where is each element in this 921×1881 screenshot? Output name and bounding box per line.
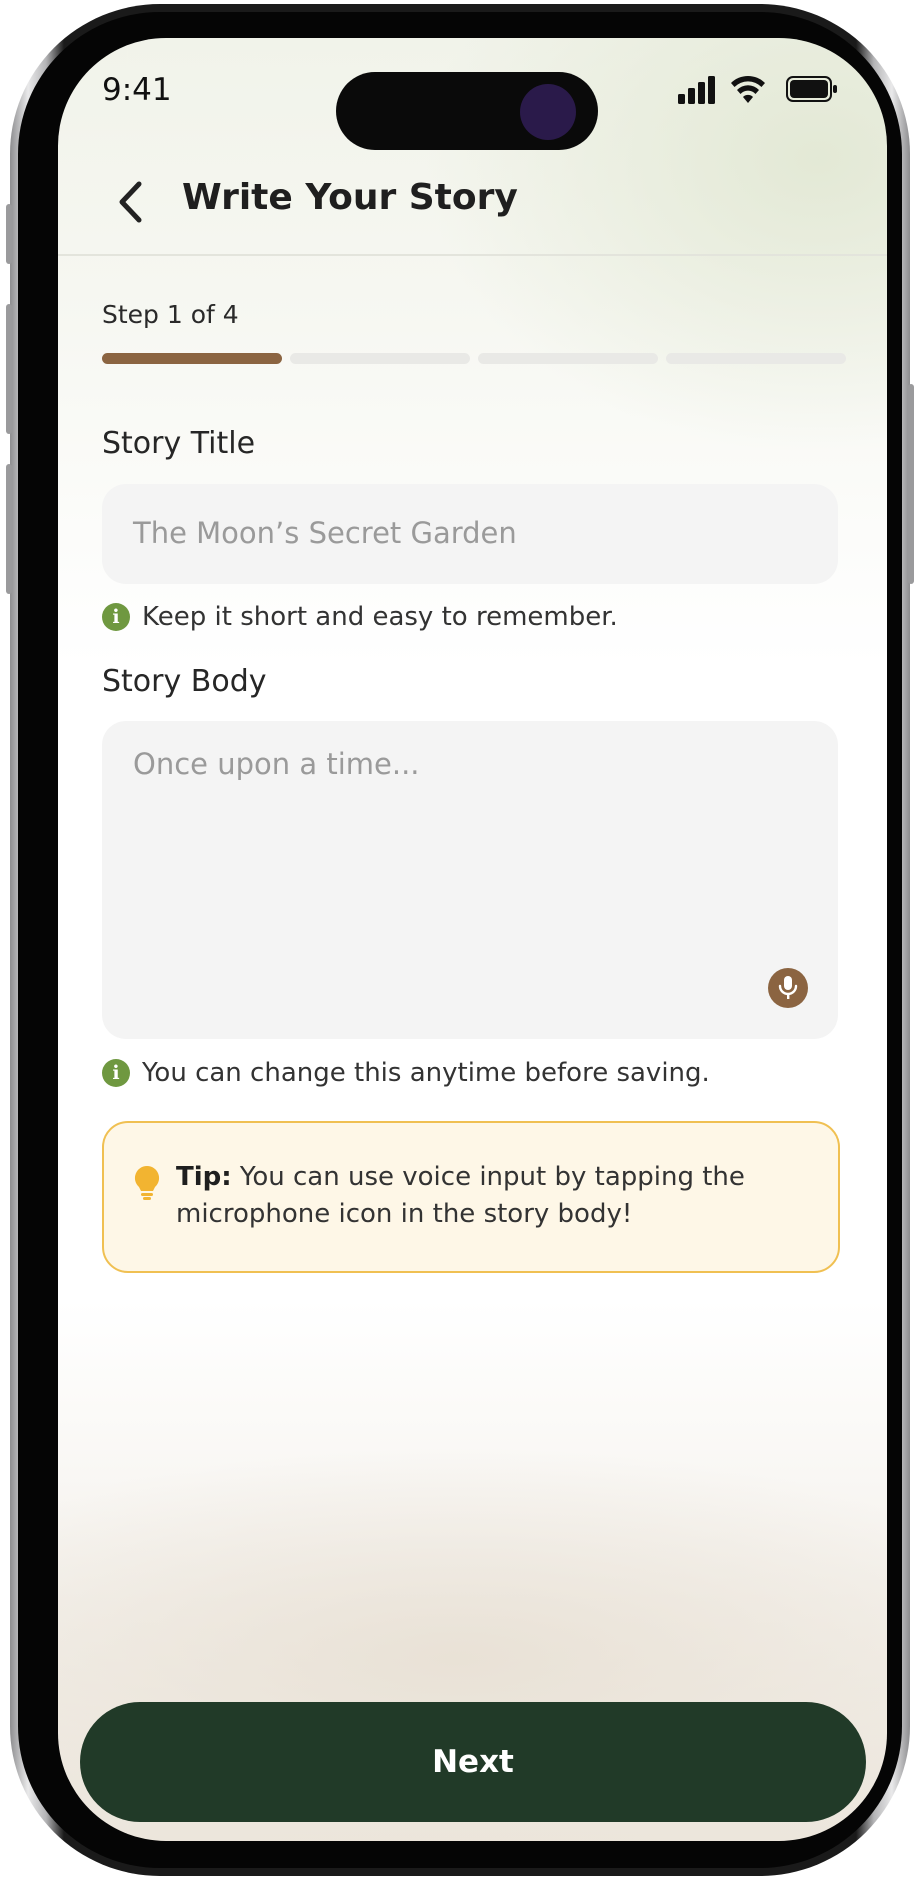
progress-segment-4 [666, 353, 846, 364]
volume-down-button [6, 464, 12, 594]
story-body-label: Story Body [102, 664, 267, 699]
cellular-signal-icon [678, 76, 715, 104]
tip-text: Tip: You can use voice input by tapping … [176, 1159, 796, 1233]
volume-up-button [6, 304, 12, 434]
story-title-placeholder: The Moon’s Secret Garden [133, 516, 517, 550]
story-title-hint: i Keep it short and easy to remember. [102, 602, 618, 632]
microphone-icon [778, 976, 798, 999]
microphone-button[interactable] [768, 968, 808, 1008]
info-icon: i [102, 603, 130, 631]
power-button [908, 384, 914, 584]
step-indicator: Step 1 of 4 [102, 300, 239, 329]
progress-segment-3 [478, 353, 658, 364]
story-title-label: Story Title [102, 426, 256, 461]
progress-segment-1 [102, 353, 282, 364]
wifi-icon [731, 75, 765, 103]
story-body-hint: i You can change this anytime before sav… [102, 1058, 710, 1088]
info-icon: i [102, 1059, 130, 1087]
story-title-hint-text: Keep it short and easy to remember. [142, 602, 618, 632]
story-body-textarea[interactable]: Once upon a time... [102, 721, 838, 1039]
phone-frame: 9:41 Write Your Story Step 1 of 4 Story … [6, 4, 914, 1876]
back-chevron-icon[interactable] [116, 180, 146, 224]
tip-message: You can use voice input by tapping the m… [176, 1162, 745, 1229]
front-camera [520, 84, 576, 140]
header-divider [58, 254, 887, 256]
next-button[interactable]: Next [80, 1702, 866, 1822]
progress-segment-2 [290, 353, 470, 364]
status-time: 9:41 [102, 72, 172, 108]
story-body-placeholder: Once upon a time... [133, 747, 420, 781]
battery-icon [786, 76, 837, 102]
action-button [6, 204, 12, 264]
lightbulb-icon [134, 1165, 160, 1200]
story-title-input[interactable]: The Moon’s Secret Garden [102, 484, 838, 584]
tip-box: Tip: You can use voice input by tapping … [102, 1121, 840, 1273]
page-title: Write Your Story [182, 177, 518, 218]
tip-prefix: Tip: [176, 1162, 232, 1192]
story-body-hint-text: You can change this anytime before savin… [142, 1058, 710, 1088]
app-screen: 9:41 Write Your Story Step 1 of 4 Story … [58, 38, 887, 1841]
